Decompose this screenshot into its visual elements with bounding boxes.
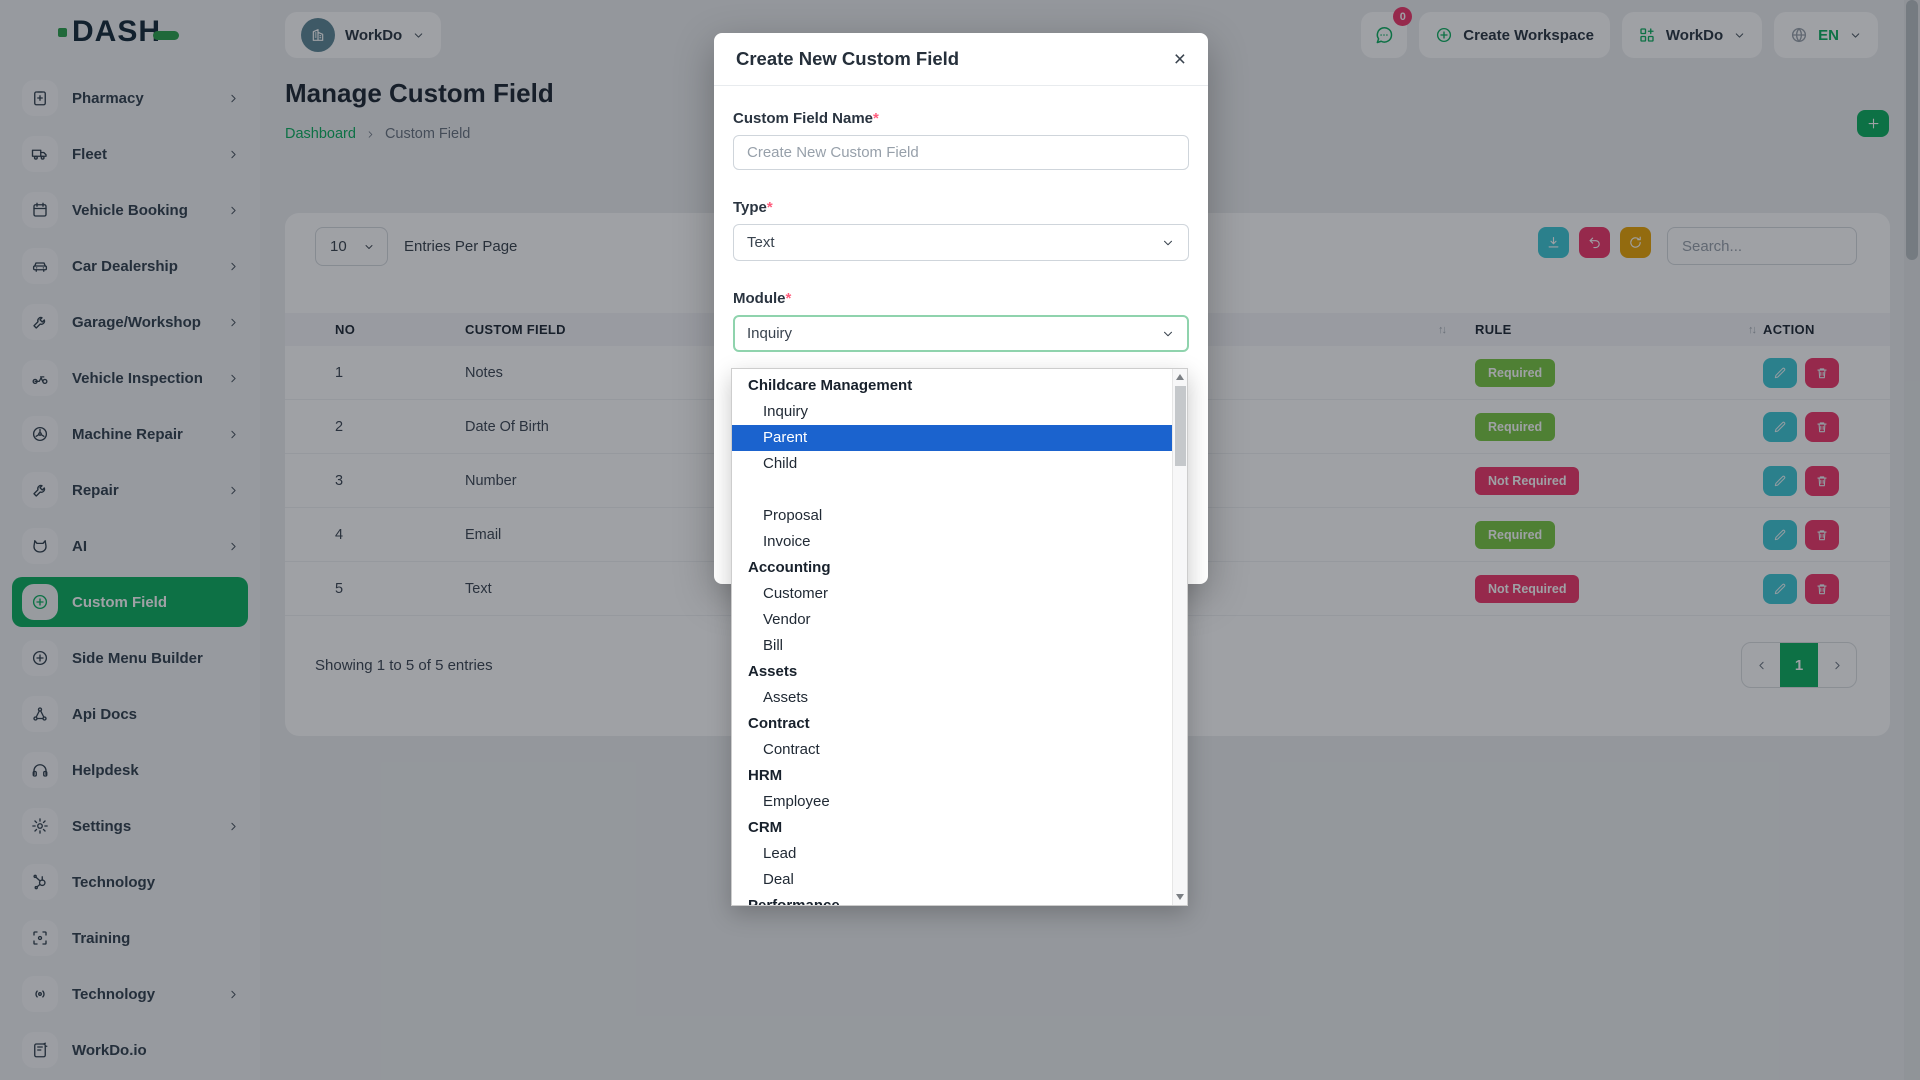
type-select-value: Text	[747, 234, 775, 251]
dropdown-option[interactable]: Vendor	[732, 607, 1172, 633]
module-select-value: Inquiry	[747, 325, 793, 342]
type-label: Type*	[733, 199, 773, 216]
required-mark: *	[873, 110, 879, 127]
dropdown-option[interactable]: Lead	[732, 841, 1172, 867]
custom-field-name-group: Custom Field Name*	[733, 110, 1189, 170]
dropdown-group: HRM	[748, 767, 783, 784]
dropdown-option-selected[interactable]: Parent	[732, 425, 1172, 451]
dropdown-option[interactable]: Customer	[732, 581, 1172, 607]
module-select[interactable]: Inquiry	[733, 315, 1189, 352]
dropdown-option[interactable]: Contract	[732, 737, 1172, 763]
dropdown-group: Performance	[748, 897, 840, 906]
dropdown-option[interactable]: Deal	[732, 867, 1172, 893]
dropdown-scrollbar-thumb[interactable]	[1175, 386, 1186, 466]
modal-body: Custom Field Name* Type* Text Module* In…	[714, 86, 1208, 352]
scrollbar-down-arrow-icon[interactable]	[1176, 894, 1184, 900]
dropdown-group	[732, 477, 1172, 503]
dropdown-group: Accounting	[748, 559, 831, 576]
chevron-down-icon	[1163, 331, 1173, 336]
type-select[interactable]: Text	[733, 224, 1189, 261]
dropdown-option[interactable]: Invoice	[732, 529, 1172, 555]
dropdown-scrollbar[interactable]	[1172, 369, 1187, 905]
close-icon[interactable]: ×	[1174, 49, 1186, 70]
dropdown-group: Assets	[748, 663, 798, 680]
dropdown-option[interactable]: Bill	[732, 633, 1172, 659]
required-mark: *	[785, 290, 792, 307]
chevron-down-icon	[1163, 240, 1173, 245]
dropdown-option[interactable]: Proposal	[732, 503, 1172, 529]
dropdown-group: CRM	[748, 819, 783, 836]
required-mark: *	[766, 199, 773, 216]
dropdown-group: Contract	[748, 715, 810, 732]
dropdown-option[interactable]: Child	[732, 451, 1172, 477]
dropdown-option[interactable]: Employee	[732, 789, 1172, 815]
module-label: Module*	[733, 290, 792, 307]
module-dropdown-list: Childcare Management Inquiry Parent Chil…	[731, 368, 1188, 906]
custom-field-name-label: Custom Field Name*	[733, 110, 879, 127]
modal-title: Create New Custom Field	[736, 48, 960, 69]
module-group: Module* Inquiry	[733, 290, 1189, 352]
dropdown-option[interactable]: Assets	[732, 685, 1172, 711]
dropdown-option[interactable]: Inquiry	[732, 399, 1172, 425]
modal-header: Create New Custom Field ×	[714, 33, 1208, 86]
type-group: Type* Text	[733, 199, 1189, 261]
scrollbar-up-arrow-icon[interactable]	[1176, 374, 1184, 380]
custom-field-name-input[interactable]	[733, 135, 1189, 170]
dropdown-group: Childcare Management	[748, 377, 913, 394]
